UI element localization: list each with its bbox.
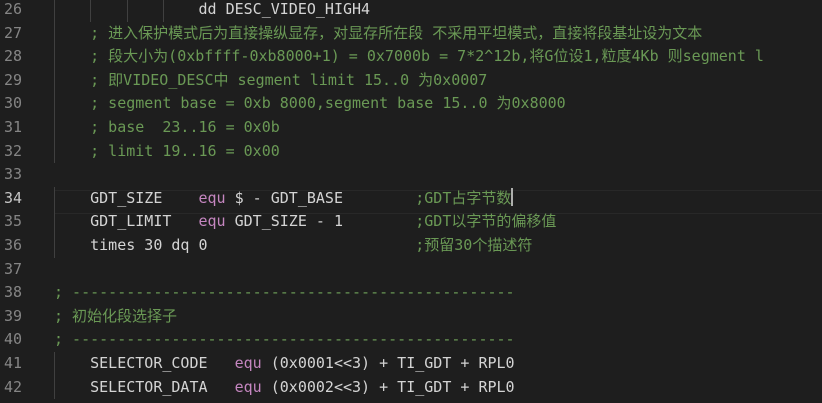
code-line[interactable]: 29 ; 即VIDEO_DESC中 segment limit 15..0 为0… [0,68,822,93]
code-line[interactable]: 28 ; 段大小为(0xbffff-0xb8000+1) = 0x7000b =… [0,45,822,69]
line-number: 34 [3,188,22,207]
line-number: 40 [3,330,22,349]
code-token: ; base 23..16 = 0x0b [54,118,280,136]
line-number: 39 [3,306,22,325]
line-number: 38 [3,283,22,302]
code-token: (0x0001<<3) + TI_GDT + RPL0 [261,354,515,372]
code-text: SELECTOR_CODE equ (0x0001<<3) + TI_GDT +… [54,352,515,376]
code-text: GDT_LIMIT equ GDT_SIZE - 1 ;GDT以字节的偏移值 [54,210,556,234]
code-token: dd DESC_VIDEO_HIGH4 [54,0,371,18]
line-number: 26 [3,0,22,18]
code-token: ; 即VIDEO_DESC中 segment limit 15..0 为0x00… [54,70,488,89]
code-token: (0x0002<<3) + TI_GDT + RPL0 [261,377,515,396]
line-number: 28 [3,47,22,66]
code-text: ; 进入保护模式后为直接操纵显存，对显存所在段 不采用平坦模式，直接将段基址设为… [54,22,702,46]
code-line[interactable]: 27 ; 进入保护模式后为直接操纵显存，对显存所在段 不采用平坦模式，直接将段基… [0,21,822,46]
code-line[interactable]: 32 ; limit 19..16 = 0x00 [0,139,822,164]
code-line[interactable]: 38 ; ------------------------------------… [0,281,822,305]
code-text: SELECTOR_DATA equ (0x0002<<3) + TI_GDT +… [54,376,515,400]
line-number: 31 [3,118,22,136]
code-token: ;预留30个描述符 [415,236,533,254]
code-token: equ [234,354,262,372]
code-text: times 30 dq 0 ;预留30个描述符 [54,234,532,258]
code-token: equ [198,188,226,207]
line-number: 37 [3,259,22,278]
code-token: ; --------------------------------------… [54,330,515,349]
line-number: 29 [3,70,22,89]
code-token: equ [234,377,262,396]
code-token: ; --------------------------------------… [54,283,515,302]
code-token: ; 段大小为(0xbffff-0xb8000+1) = 0x7000b = 7*… [54,47,764,66]
code-line[interactable]: 37 [0,258,822,282]
code-text: ; limit 19..16 = 0x00 [54,140,280,164]
line-number: 41 [3,354,22,372]
code-line[interactable]: 40 ; ------------------------------------… [0,328,822,352]
code-line[interactable]: 42 SELECTOR_DATA equ (0x0002<<3) + TI_GD… [0,375,822,400]
line-number: 30 [3,94,22,113]
code-token: SELECTOR_DATA [54,377,235,396]
line-number: 36 [3,236,22,254]
code-text: GDT_SIZE equ $ - GDT_BASE ;GDT占字节数 [54,187,514,211]
code-token: ;GDT以字节的偏移值 [415,212,557,231]
code-token: $ - GDT_BASE [225,188,416,207]
code-line[interactable]: 41 SELECTOR_CODE equ (0x0001<<3) + TI_GD… [0,352,822,376]
code-token: ; limit 19..16 = 0x00 [54,141,280,160]
code-token: equ [198,212,226,231]
line-number: 35 [3,212,22,231]
line-number: 32 [3,141,22,160]
code-text: dd DESC_VIDEO_HIGH4 [54,0,370,22]
code-text: ; 初始化段选择子 [54,305,177,329]
code-token: times 30 dq 0 [54,236,416,254]
code-text: ; --------------------------------------… [54,328,515,352]
code-editor[interactable]: 26 dd DESC_VIDEO_HIGH4 27 ; 进入保护模式后为直接操纵显… [0,0,822,403]
code-token: ; segment base = 0xb 8000,segment base 1… [54,94,566,113]
code-line[interactable]: 33 [0,163,822,187]
line-number: 42 [3,377,22,396]
code-line[interactable]: 39 ; 初始化段选择子 [0,305,822,329]
code-line[interactable]: 30 ; segment base = 0xb 8000,segment bas… [0,92,822,116]
text-cursor [511,187,514,206]
code-line[interactable]: 36 times 30 dq 0 ;预留30个描述符 [0,234,822,258]
line-number: 27 [3,23,22,42]
code-token: ; 进入保护模式后为直接操纵显存，对显存所在段 不采用平坦模式，直接将段基址设为… [54,23,703,42]
code-line[interactable]: 26 dd DESC_VIDEO_HIGH4 [0,0,822,22]
line-number: 33 [3,165,22,184]
code-text: ; 即VIDEO_DESC中 segment limit 15..0 为0x00… [54,69,487,93]
code-token: GDT_LIMIT [54,212,199,231]
code-text: ; base 23..16 = 0x0b [54,116,280,140]
code-token: ; 初始化段选择子 [54,306,178,325]
code-token: GDT_SIZE [54,188,199,207]
code-line[interactable]: 35 GDT_LIMIT equ GDT_SIZE - 1 ;GDT以字节的偏移… [0,210,822,234]
code-text: ; segment base = 0xb 8000,segment base 1… [54,92,566,116]
code-line[interactable]: 34 GDT_SIZE equ $ - GDT_BASE ;GDT占字节数 [0,186,822,211]
code-line[interactable]: 31 ; base 23..16 = 0x0b [0,116,822,140]
code-token: ;GDT占字节数 [415,188,512,207]
code-text: ; 段大小为(0xbffff-0xb8000+1) = 0x7000b = 7*… [54,45,764,69]
code-token: SELECTOR_CODE [54,354,235,372]
code-token: GDT_SIZE - 1 [225,212,416,231]
code-text: ; --------------------------------------… [54,281,515,305]
